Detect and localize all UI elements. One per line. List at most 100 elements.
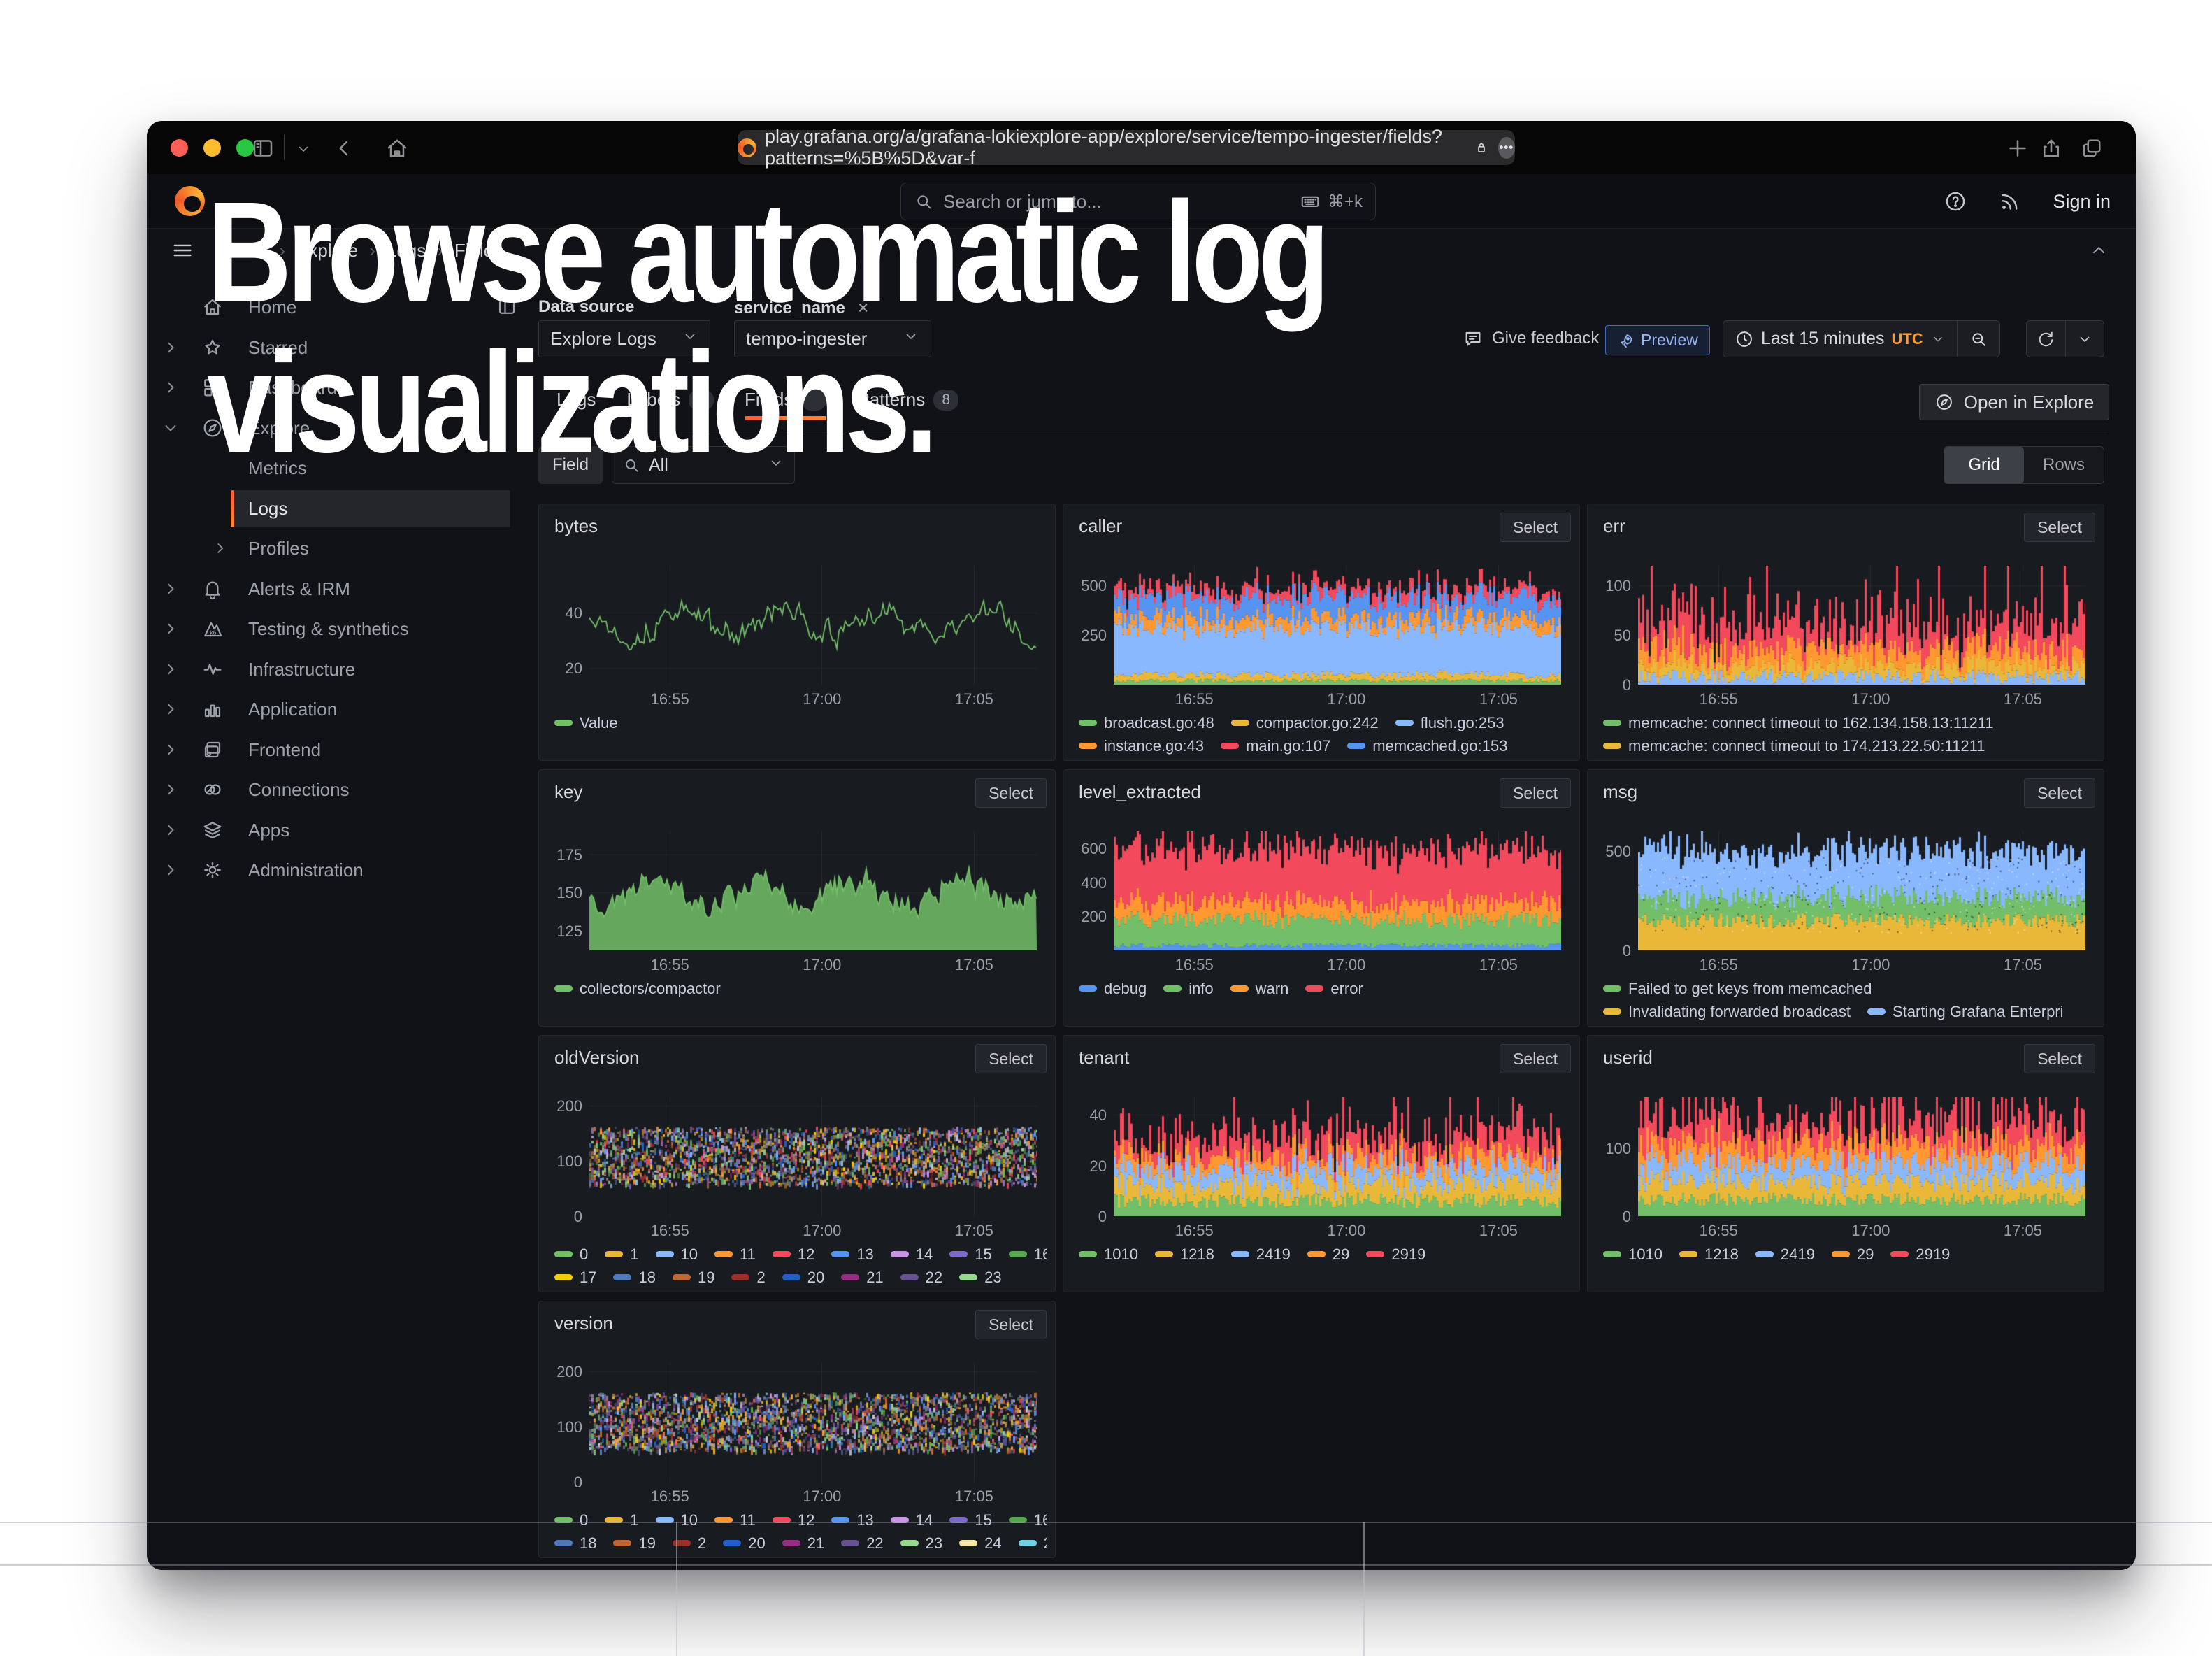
chevron-right-icon[interactable] (161, 619, 180, 642)
breadcrumb-item[interactable]: Logs (387, 240, 426, 262)
new-tab-icon[interactable] (2005, 136, 2030, 164)
sidebar-item-alerts-irm[interactable]: Alerts & IRM (147, 569, 538, 610)
panel-select-button[interactable]: Select (1500, 513, 1571, 542)
sidebar-item-home[interactable]: Home (147, 287, 538, 328)
legend-item[interactable]: 1 (605, 1245, 638, 1264)
legend-item[interactable]: Starting Grafana Enterpri (1867, 1003, 2064, 1021)
legend-item[interactable]: 20 (782, 1269, 824, 1287)
legend-item[interactable]: 19 (673, 1269, 714, 1287)
refresh-button[interactable] (2027, 321, 2065, 357)
legend-item[interactable]: 1010 (1603, 1245, 1662, 1264)
legend-item[interactable]: memcache: connect timeout to 174.213.22.… (1603, 737, 1985, 755)
legend-item[interactable]: 2919 (1890, 1245, 1950, 1264)
back-icon[interactable] (331, 136, 357, 164)
data-source-select[interactable]: Explore Logs (538, 320, 710, 357)
panel-chart[interactable] (1638, 566, 2085, 685)
tab-patterns[interactable]: Patterns8 (857, 389, 958, 426)
legend-item[interactable]: 10 (656, 1245, 698, 1264)
sign-in-link[interactable]: Sign in (2053, 191, 2111, 213)
panel-chart[interactable] (589, 566, 1037, 685)
sidebar-item-logs[interactable]: Logs (147, 489, 538, 529)
legend-item[interactable]: 23 (959, 1269, 1001, 1287)
legend-item[interactable]: 1218 (1155, 1245, 1214, 1264)
legend-item[interactable]: 1010 (1079, 1245, 1138, 1264)
dock-sidebar-icon[interactable] (496, 297, 517, 321)
panel-select-button[interactable]: Select (2024, 778, 2095, 808)
legend-item[interactable]: 14 (891, 1511, 933, 1529)
sidebar-item-dashboards[interactable]: Dashboards (147, 368, 538, 408)
legend-item[interactable]: error (1305, 980, 1363, 998)
field-search-select[interactable]: All (612, 446, 795, 484)
search-input[interactable]: Search or jump to... ⌘+k (900, 183, 1376, 220)
panel-select-button[interactable]: Select (2024, 513, 2095, 542)
browser-sidebar-icon[interactable] (250, 136, 275, 164)
panel-select-button[interactable]: Select (1500, 778, 1571, 808)
sidebar-item-infrastructure[interactable]: Infrastructure (147, 650, 538, 690)
legend-item[interactable]: memcached.go:153 (1347, 737, 1507, 755)
legend-item[interactable]: 25 (1019, 1534, 1047, 1552)
chevron-right-icon[interactable] (161, 860, 180, 883)
panel-select-button[interactable]: Select (975, 1310, 1047, 1339)
legend-item[interactable]: 11 (714, 1511, 756, 1529)
breadcrumb[interactable]: Home›Explore›Logs›Fields (220, 240, 503, 262)
legend-item[interactable]: 16 (1009, 1511, 1047, 1529)
legend-item[interactable]: 14 (891, 1245, 933, 1264)
sidebar-item-profiles[interactable]: Profiles (147, 529, 538, 569)
chevron-right-icon[interactable] (161, 378, 180, 401)
legend-item[interactable]: 22 (900, 1269, 942, 1287)
legend-item[interactable]: 24 (959, 1534, 1001, 1552)
legend-item[interactable]: 13 (831, 1511, 873, 1529)
breadcrumb-item[interactable]: Fields (454, 240, 503, 262)
sidebar-item-starred[interactable]: Starred (147, 328, 538, 369)
grafana-logo[interactable] (175, 186, 205, 216)
chevron-right-icon[interactable] (211, 539, 229, 561)
legend-item[interactable]: memcache: connect timeout to 162.134.158… (1603, 714, 1994, 732)
chevron-right-icon[interactable] (161, 699, 180, 722)
legend-item[interactable]: 2 (731, 1269, 765, 1287)
legend-item[interactable]: 20 (723, 1534, 765, 1552)
legend-item[interactable]: 23 (900, 1534, 942, 1552)
view-toggle-rows[interactable]: Rows (2024, 447, 2104, 483)
panel-chart[interactable] (1114, 831, 1561, 950)
chevron-right-icon[interactable] (161, 780, 180, 803)
chevron-right-icon[interactable] (161, 659, 180, 683)
panel-chart[interactable] (1638, 831, 2085, 950)
legend-item[interactable]: 22 (841, 1534, 883, 1552)
legend-item[interactable]: debug (1079, 980, 1147, 998)
sidebar-item-metrics[interactable]: Metrics (147, 448, 538, 489)
legend-item[interactable]: 18 (613, 1269, 655, 1287)
legend-item[interactable]: 21 (841, 1269, 883, 1287)
service-name-select[interactable]: tempo-ingester (734, 320, 931, 357)
share-icon[interactable] (2039, 136, 2064, 164)
tab-fields[interactable]: Fields (745, 389, 826, 426)
tab-labels[interactable]: Labels (626, 389, 714, 426)
sidebar-item-connections[interactable]: Connections (147, 770, 538, 811)
open-in-explore-button[interactable]: Open in Explore (1919, 384, 2109, 420)
legend-item[interactable]: 17 (554, 1269, 596, 1287)
sidebar-item-administration[interactable]: Administration (147, 850, 538, 891)
sidebar-item-apps[interactable]: Apps (147, 811, 538, 851)
give-feedback-button[interactable]: Give feedback (1463, 328, 1599, 349)
chevron-right-icon[interactable] (161, 740, 180, 763)
legend-item[interactable]: Failed to get keys from memcached (1603, 980, 1872, 998)
chevron-down-icon[interactable] (161, 418, 180, 441)
sidebar-item-explore[interactable]: Explore (147, 408, 538, 449)
chevron-right-icon[interactable] (161, 820, 180, 843)
menu-icon[interactable] (171, 238, 194, 266)
legend-item[interactable]: 19 (613, 1534, 655, 1552)
sidebar-item-testing-synthetics[interactable]: k6Testing & synthetics (147, 609, 538, 650)
panel-select-button[interactable]: Select (1500, 1044, 1571, 1073)
legend-item[interactable]: instance.go:43 (1079, 737, 1204, 755)
legend-item[interactable]: 2419 (1231, 1245, 1291, 1264)
legend-item[interactable]: broadcast.go:48 (1079, 714, 1214, 732)
legend-item[interactable]: warn (1230, 980, 1289, 998)
legend-item[interactable]: 2919 (1366, 1245, 1425, 1264)
view-toggle-grid[interactable]: Grid (1944, 447, 2024, 483)
time-range-button[interactable]: Last 15 minutes UTC (1723, 321, 1957, 357)
legend-item[interactable]: Value (554, 714, 618, 732)
panel-select-button[interactable]: Select (2024, 1044, 2095, 1073)
legend-item[interactable]: 12 (773, 1245, 814, 1264)
panel-select-button[interactable]: Select (975, 778, 1047, 808)
legend-item[interactable]: 12 (773, 1511, 814, 1529)
panel-chart[interactable] (1638, 1097, 2085, 1216)
